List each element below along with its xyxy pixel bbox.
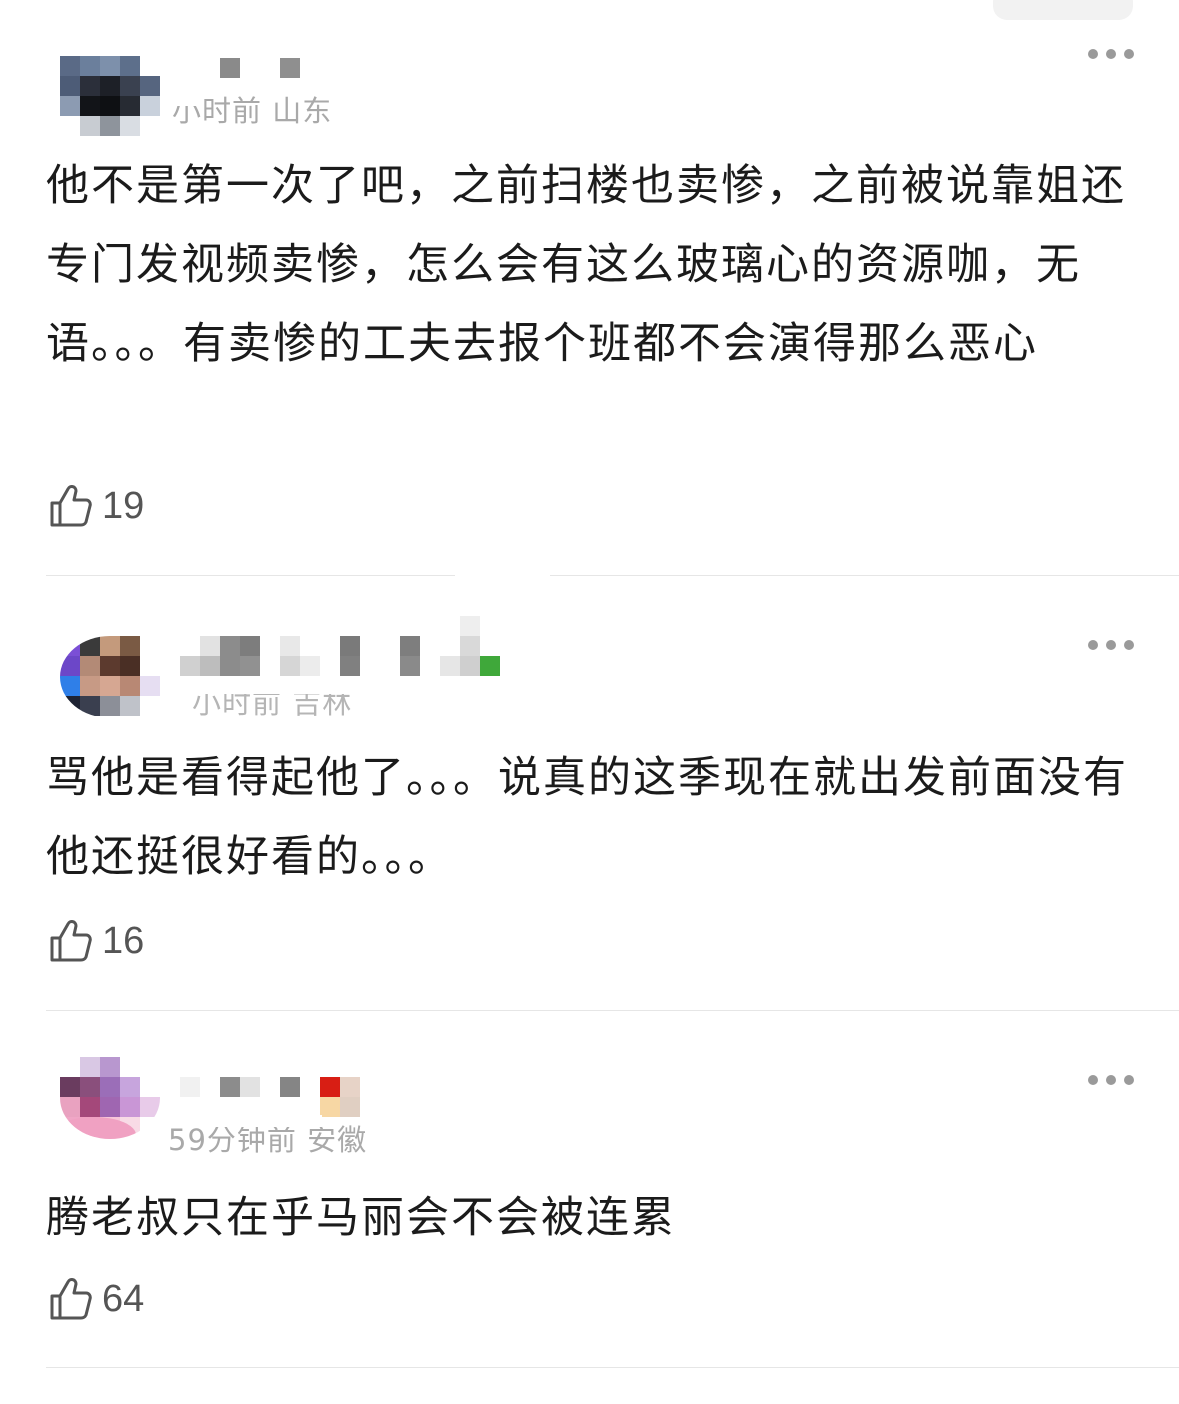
avatar[interactable] (60, 1057, 160, 1139)
comment-item: 小时前 吉林 骂他是看得起他了。。。说真的这季现在就出发前面没有他还挺很好看的。… (0, 580, 1179, 1015)
comment-header: 59分钟前 安徽 (0, 1057, 1179, 1157)
divider (46, 575, 1179, 576)
like-count: 16 (102, 919, 145, 962)
thumbs-up-icon (50, 1278, 92, 1320)
avatar[interactable] (60, 56, 160, 138)
more-dots-icon[interactable] (1088, 638, 1134, 652)
comment-item: 59分钟前 安徽 腾老叔只在乎马丽会不会被连累 64 (0, 1015, 1179, 1404)
username-redacted[interactable] (180, 1077, 370, 1117)
comment-text: 他不是第一次了吧，之前扫楼也卖惨，之前被说靠姐还专门发视频卖惨，怎么会有这么玻璃… (46, 161, 1126, 369)
comment-header: 小时前 吉林 (0, 616, 1179, 736)
comment-item: 小时前 山东 他不是第一次了吧，之前扫楼也卖惨，之前被说靠姐还专门发视频卖惨，怎… (0, 0, 1179, 580)
thumbs-up-icon (50, 920, 92, 962)
divider (46, 1010, 1179, 1011)
like-count: 64 (102, 1277, 145, 1320)
like-button[interactable]: 16 (48, 916, 144, 966)
thumbs-up-icon (50, 485, 92, 527)
comment-text: 骂他是看得起他了。。。说真的这季现在就出发前面没有他还挺很好看的。。。 (46, 753, 1128, 882)
comment-header: 小时前 山东 (0, 56, 1179, 156)
like-button[interactable]: 19 (48, 481, 144, 531)
comment-text: 腾老叔只在乎马丽会不会被连累 (46, 1193, 676, 1243)
divider (46, 1367, 1179, 1368)
username-redacted[interactable] (180, 616, 510, 676)
avatar[interactable] (60, 636, 160, 718)
more-dots-icon[interactable] (1088, 1073, 1134, 1087)
more-dots-icon[interactable] (1088, 47, 1134, 61)
like-count: 19 (102, 484, 145, 527)
like-button[interactable]: 64 (48, 1274, 144, 1324)
